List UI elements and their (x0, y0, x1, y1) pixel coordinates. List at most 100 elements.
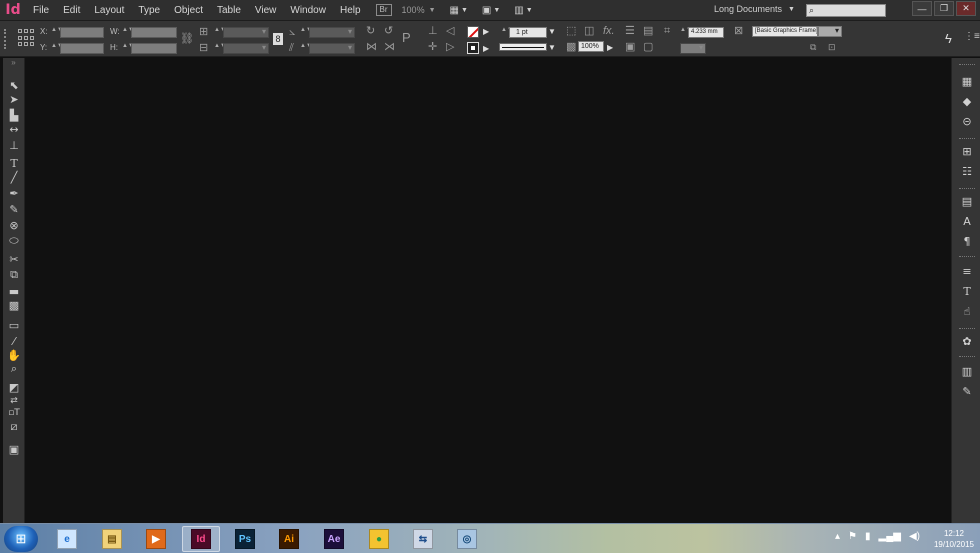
scale-x-dropdown[interactable] (223, 27, 269, 38)
menu-window[interactable]: Window (283, 5, 333, 16)
object-style-field[interactable]: [Basic Graphics Frame] (752, 26, 818, 37)
y-stepper[interactable]: ▲▼ (51, 43, 63, 49)
gradient-feather-tool-icon[interactable]: ▩ (5, 298, 23, 312)
hyperlinks-panel-icon[interactable]: ☝ (958, 304, 976, 318)
panel-group-divider[interactable] (959, 188, 975, 190)
auto-fit-icon[interactable]: ⌗ (664, 25, 670, 37)
menu-table[interactable]: Table (210, 5, 248, 16)
object-style-dropdown[interactable] (818, 26, 842, 37)
book-panel-icon[interactable]: ▤ (958, 194, 976, 208)
hand-tool-icon[interactable]: ✋ (5, 348, 23, 362)
pen-tool-icon[interactable]: ✒ (5, 186, 23, 200)
screen-mode-icon[interactable]: ▣ (5, 442, 23, 456)
menu-edit[interactable]: Edit (56, 5, 87, 16)
links-panel-icon[interactable]: ⊝ (958, 114, 976, 128)
restore-button[interactable]: ❐ (934, 1, 954, 16)
chevron-down-icon[interactable]: ▼ (548, 26, 556, 38)
network-signal-icon[interactable]: ▂▄▆ (879, 531, 901, 542)
cross-references-panel-icon[interactable]: ▥ (958, 364, 976, 378)
power-icon[interactable]: ▮ (865, 531, 871, 542)
fill-dropdown-icon[interactable]: ▶ (483, 26, 489, 38)
rotation-angle-dropdown[interactable] (309, 27, 355, 38)
fit-content-icon[interactable]: ▣ (625, 41, 635, 53)
search-input[interactable] (814, 5, 875, 16)
type-tool-icon[interactable]: T (5, 156, 23, 170)
apply-none-icon[interactable]: ⧄ (5, 420, 23, 434)
reference-point-selector[interactable] (18, 29, 34, 47)
stroke-weight-stepper[interactable]: ▲▼ (501, 27, 513, 33)
quick-apply-icon[interactable]: ϟ (945, 31, 952, 46)
table-panel-icon[interactable]: ⊞ (958, 144, 976, 158)
x-field[interactable] (60, 27, 104, 38)
text-wrap-box-icon[interactable]: ▤ (643, 25, 653, 37)
gap-tool-icon[interactable]: ↔ (5, 122, 23, 136)
taskbar-photoshop-button[interactable]: Ps (226, 526, 264, 552)
h-stepper[interactable]: ▲▼ (122, 43, 134, 49)
zoom-tool-icon[interactable]: ⌕ (5, 362, 23, 376)
chevron-down-icon[interactable]: ▼ (548, 42, 556, 54)
free-transform-tool-icon[interactable]: ⧉ (5, 268, 23, 282)
minimize-button[interactable]: — (912, 1, 932, 16)
frame-fitting-dropdown[interactable] (680, 43, 706, 54)
fitting-value-field[interactable]: 4.233 mm (688, 27, 724, 38)
bridge-button[interactable]: Br (375, 4, 392, 16)
panel-group-divider[interactable] (959, 138, 975, 140)
shear-stepper[interactable]: ▲▼ (300, 43, 312, 49)
drop-shadow-icon[interactable]: ◫ (584, 25, 594, 37)
panel-menu-icon[interactable]: ⋮≡ (964, 31, 980, 42)
stroke-weight-field[interactable]: 1 pt (509, 27, 547, 38)
workspace-switcher[interactable]: Long Documents ▼ (714, 4, 795, 14)
fill-none-swatch[interactable] (467, 26, 479, 38)
flip-vertical-icon[interactable]: ⋊ (384, 41, 395, 53)
rotate-ccw-icon[interactable]: ↺ (384, 25, 393, 37)
selection-tool-icon[interactable]: ⬉ (5, 78, 23, 92)
rotate-stepper[interactable]: ▲▼ (300, 27, 312, 33)
view-options-button[interactable]: ▦ ▼ (450, 5, 468, 16)
y-field[interactable] (60, 43, 104, 54)
character-styles-panel-icon[interactable]: A (958, 214, 976, 228)
taskbar-network-app-button[interactable]: ⇆ (404, 526, 442, 552)
scale-y-dropdown[interactable] (223, 43, 269, 54)
note-tool-icon[interactable]: ▭ (5, 318, 23, 332)
ellipse-tool-icon[interactable]: ⬭ (5, 234, 23, 248)
scale-y-stepper[interactable]: ▲▼ (214, 43, 226, 49)
search-box[interactable]: ⌕ (806, 4, 886, 17)
panel-group-divider[interactable] (959, 328, 975, 330)
stroke-dropdown-icon[interactable]: ▶ (483, 43, 489, 55)
rotate-cw-icon[interactable]: ↻ (366, 25, 375, 37)
taskbar-chrome-button[interactable]: ● (360, 526, 398, 552)
select-next-icon[interactable]: ▷ (446, 41, 454, 53)
text-wrap-none-icon[interactable]: ☰ (625, 25, 635, 37)
content-collector-icon[interactable]: ⊥ (5, 138, 23, 152)
reference-point-icon[interactable]: 8 (273, 33, 283, 45)
paragraph-panel-icon[interactable]: ≡ (958, 264, 976, 278)
gradient-swatch-tool-icon[interactable]: ▬ (5, 284, 23, 298)
panel-group-divider[interactable] (959, 64, 975, 66)
select-previous-icon[interactable]: ◁ (446, 25, 454, 37)
zoom-level-dropdown[interactable]: 100% ▼ (402, 5, 436, 15)
panel-grip-handle[interactable] (4, 29, 8, 49)
taskbar-internet-explorer-button[interactable]: e (48, 526, 86, 552)
taskbar-indesign-button[interactable]: Id (182, 526, 220, 552)
fit-frame-icon[interactable]: ▢ (643, 41, 653, 53)
taskbar-after-effects-button[interactable]: Ae (315, 526, 353, 552)
text-wrap-panel-icon[interactable]: ☷ (958, 164, 976, 178)
corner-options-icon[interactable]: ⬚ (566, 25, 576, 37)
clear-overrides-icon[interactable]: ⧉ (810, 41, 816, 53)
paragraph-styles-panel-icon[interactable]: ¶ (958, 234, 976, 248)
eyedropper-tool-icon[interactable]: ⁄ (5, 334, 23, 348)
action-center-flag-icon[interactable]: ⚑ (848, 531, 857, 542)
fill-stroke-icon[interactable]: ◩ (5, 380, 23, 394)
layers-panel-icon[interactable]: ◆ (958, 94, 976, 108)
menu-file[interactable]: File (26, 5, 56, 16)
page-tool-icon[interactable]: ▙ (5, 108, 23, 122)
fitting-stepper[interactable]: ▲▼ (680, 27, 692, 33)
pencil-tool-icon[interactable]: ✎ (5, 202, 23, 216)
formatting-container-icon[interactable]: ▫T (5, 406, 23, 420)
select-content-icon[interactable]: ✛ (428, 41, 437, 53)
line-tool-icon[interactable]: ╱ (5, 170, 23, 184)
menu-type[interactable]: Type (131, 5, 167, 16)
direct-selection-tool-icon[interactable]: ➤ (5, 92, 23, 106)
pages-panel-icon[interactable]: ▦ (958, 74, 976, 88)
close-button[interactable]: ✕ (956, 1, 976, 16)
